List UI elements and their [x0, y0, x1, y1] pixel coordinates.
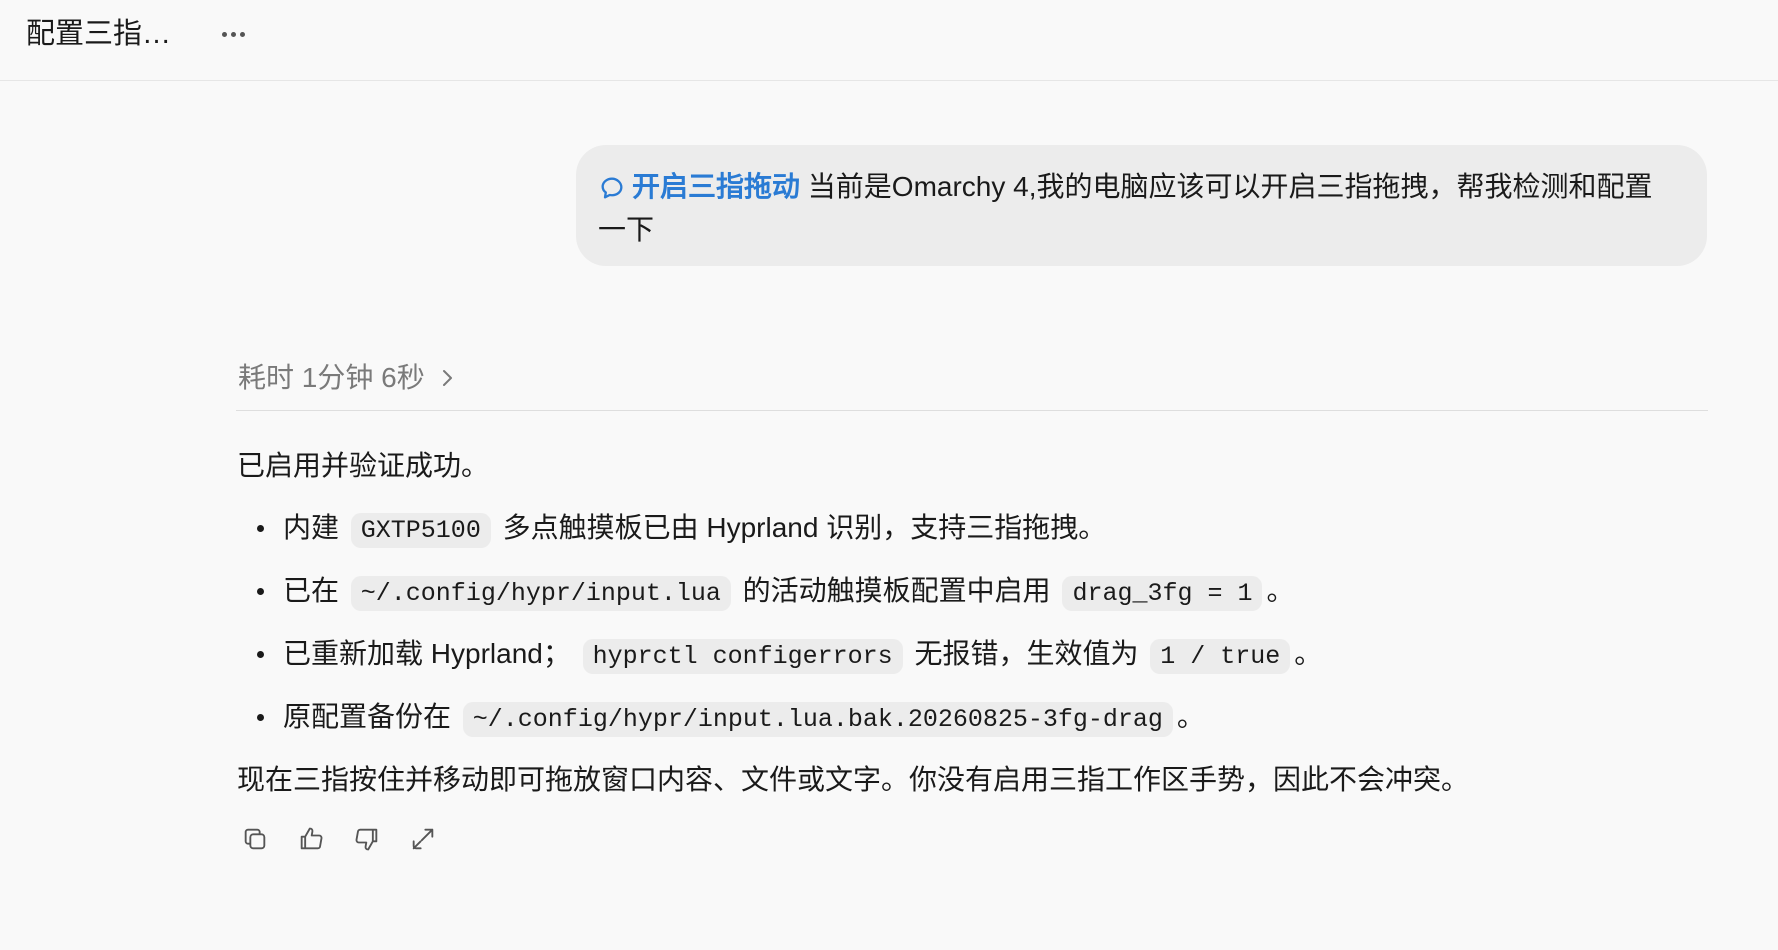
share-button[interactable]	[408, 824, 438, 854]
list-item: 已重新加载 Hyprland； hyprctl configerrors 无报错…	[237, 633, 1707, 696]
inline-code: GXTP5100	[350, 513, 491, 548]
inline-code: drag_3fg = 1	[1062, 576, 1263, 611]
list-item: 已在 ~/.config/hypr/input.lua 的活动触摸板配置中启用 …	[237, 570, 1707, 633]
divider	[236, 410, 1708, 411]
copy-icon	[244, 828, 266, 850]
conversation-title[interactable]: 配置三指…	[26, 14, 171, 54]
thumbs-down-icon	[355, 828, 378, 851]
inline-code: 1 / true	[1150, 639, 1291, 674]
list-item: 内建 GXTP5100 多点触摸板已由 Hyprland 识别，支持三指拖拽。	[237, 507, 1707, 570]
chat-bubble-icon	[601, 177, 623, 199]
reply-closing: 现在三指按住并移动即可拖放窗口内容、文件或文字。你没有启用三指工作区手势，因此不…	[237, 764, 1470, 795]
more-horizontal-icon	[221, 31, 245, 37]
user-message-bubble: 开启三指拖动 当前是Omarchy 4,我的电脑应该可以开启三指拖拽，帮我检测和…	[576, 145, 1707, 266]
inline-code: hyprctl configerrors	[582, 639, 903, 674]
chevron-right-icon	[442, 370, 452, 386]
elapsed-time-label: 耗时 1分钟 6秒	[238, 362, 425, 393]
skill-label: 开启三指拖动	[632, 171, 801, 202]
dislike-button[interactable]	[352, 824, 382, 854]
user-message-text: 当前是Omarchy 4,我的电脑应该可以开启三指拖拽，帮我检测和配置	[807, 171, 1653, 202]
copy-button[interactable]	[240, 824, 270, 854]
thumbs-up-icon	[300, 827, 323, 850]
more-options-button[interactable]	[216, 20, 250, 48]
list-item: 原配置备份在 ~/.config/hypr/input.lua.bak.2026…	[237, 696, 1707, 759]
skill-tag[interactable]: 开启三指拖动	[598, 171, 800, 202]
elapsed-time-toggle[interactable]: 耗时 1分钟 6秒	[238, 358, 455, 398]
reply-intro: 已启用并验证成功。	[237, 450, 490, 481]
message-actions	[240, 824, 438, 856]
like-button[interactable]	[296, 824, 326, 854]
reply-bullet-list: 内建 GXTP5100 多点触摸板已由 Hyprland 识别，支持三指拖拽。 …	[237, 507, 1707, 759]
inline-code: ~/.config/hypr/input.lua.bak.20260825-3f…	[462, 702, 1173, 737]
share-icon	[412, 828, 434, 850]
user-message-text-cont: 一下	[598, 214, 655, 245]
assistant-reply: 已启用并验证成功。 内建 GXTP5100 多点触摸板已由 Hyprland 识…	[237, 445, 1707, 801]
inline-code: ~/.config/hypr/input.lua	[350, 576, 731, 611]
top-bar: 配置三指…	[0, 0, 1778, 81]
